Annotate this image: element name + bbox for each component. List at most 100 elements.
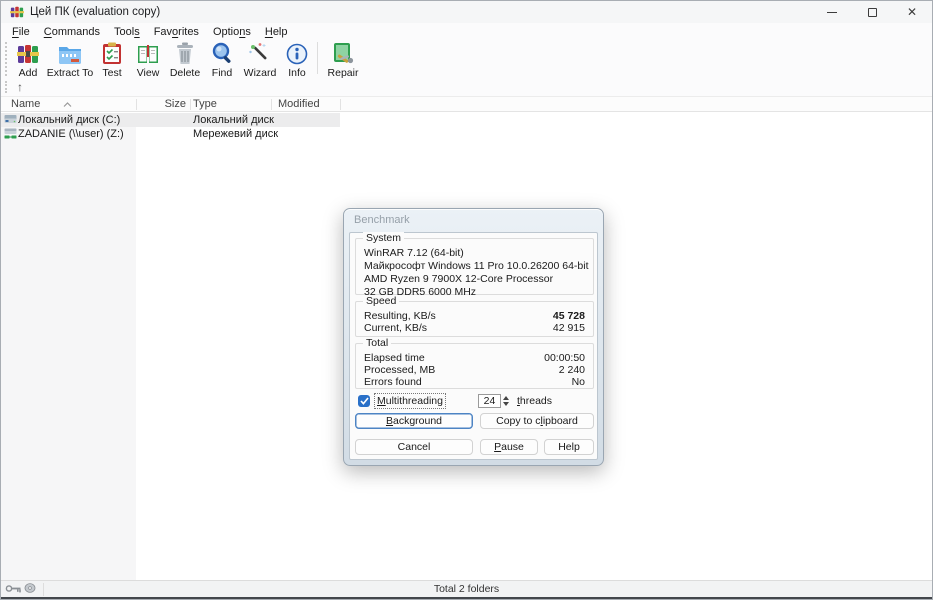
- speed-resulting-label: Resulting, KB/s: [364, 310, 436, 322]
- column-header-type[interactable]: Type: [193, 97, 217, 112]
- file-name: ZADANIE (\\user) (Z:): [18, 127, 124, 141]
- column-header-name[interactable]: Name: [11, 97, 40, 112]
- magic-wand-icon: [248, 41, 272, 66]
- column-header-modified[interactable]: Modified: [278, 97, 320, 112]
- info-circle-icon: [286, 41, 308, 66]
- check-icon: [360, 397, 369, 405]
- stepper-up-icon[interactable]: [503, 396, 509, 400]
- status-total-folders: Total 2 folders: [1, 583, 932, 595]
- stepper-down-icon[interactable]: [503, 402, 509, 406]
- copy-to-clipboard-button[interactable]: Copy to clipboard: [480, 413, 594, 429]
- repair-button[interactable]: Repair: [321, 40, 365, 79]
- window-bottom-edge: [1, 597, 932, 599]
- column-divider[interactable]: [190, 99, 191, 110]
- menu-file[interactable]: File: [5, 25, 37, 39]
- speed-group: Speed Resulting, KB/s 45 728 Current, KB…: [355, 301, 594, 337]
- total-processed-row: Processed, MB 2 240: [356, 364, 593, 376]
- total-errors-value: No: [572, 376, 585, 388]
- system-line-winrar: WinRAR 7.12 (64-bit): [364, 247, 585, 260]
- test-checklist-icon: [102, 41, 122, 66]
- column-header-size[interactable]: Size: [141, 97, 186, 112]
- menu-favorites[interactable]: Favorites: [147, 25, 206, 39]
- menu-commands[interactable]: Commands: [37, 25, 107, 39]
- column-divider[interactable]: [340, 99, 341, 110]
- speed-current-row: Current, KB/s 42 915: [356, 322, 593, 334]
- magnifier-icon: [211, 41, 234, 66]
- repair-book-icon: [331, 41, 355, 66]
- total-errors-label: Errors found: [364, 376, 422, 388]
- sorted-column-tint: [1, 113, 136, 582]
- menu-tools[interactable]: Tools: [107, 25, 147, 39]
- address-bar-gripper[interactable]: [5, 81, 7, 93]
- info-button[interactable]: Info: [280, 40, 314, 79]
- cancel-button[interactable]: Cancel: [355, 439, 473, 455]
- benchmark-dialog-body: System WinRAR 7.12 (64-bit) Майкрософт W…: [349, 232, 598, 460]
- toolbar-separator: [317, 42, 318, 74]
- file-row-local-disk[interactable]: Локальний диск (C:) Локальний диск: [1, 113, 340, 127]
- system-group: System WinRAR 7.12 (64-bit) Майкрософт W…: [355, 238, 594, 295]
- up-directory-button[interactable]: ↑: [11, 80, 29, 94]
- total-elapsed-label: Elapsed time: [364, 352, 425, 364]
- close-icon: ✕: [907, 6, 917, 18]
- extract-to-button[interactable]: Extract To: [46, 40, 94, 79]
- maximize-icon: [868, 8, 877, 17]
- system-line-cpu: AMD Ryzen 9 7900X 12-Core Processor: [364, 273, 585, 286]
- view-book-icon: [136, 41, 160, 66]
- speed-resulting-value: 45 728: [553, 310, 585, 322]
- window-controls: ✕: [812, 1, 932, 23]
- benchmark-dialog: Benchmark System WinRAR 7.12 (64-bit) Ма…: [343, 208, 604, 466]
- extract-folder-icon: [57, 41, 83, 66]
- file-name: Локальний диск (C:): [18, 113, 120, 127]
- total-processed-label: Processed, MB: [364, 364, 435, 376]
- add-button[interactable]: Add: [10, 40, 46, 79]
- sort-ascending-icon: [63, 98, 72, 110]
- delete-button[interactable]: Delete: [166, 40, 204, 79]
- status-bar: Total 2 folders: [1, 580, 932, 597]
- winrar-window: Цей ПК (evaluation copy) ✕ File Commands…: [0, 0, 933, 600]
- maximize-button[interactable]: [852, 1, 892, 23]
- column-divider[interactable]: [271, 99, 272, 110]
- column-divider[interactable]: [136, 99, 137, 110]
- file-type: Локальний диск: [193, 113, 274, 127]
- file-type: Мережевий диск: [193, 127, 278, 141]
- speed-current-label: Current, KB/s: [364, 322, 427, 334]
- winrar-app-icon: [10, 5, 24, 19]
- benchmark-dialog-title[interactable]: Benchmark: [354, 214, 410, 226]
- threads-input[interactable]: 24: [478, 394, 501, 408]
- close-button[interactable]: ✕: [892, 1, 932, 23]
- menu-help[interactable]: Help: [258, 25, 295, 39]
- menu-options[interactable]: Options: [206, 25, 258, 39]
- system-group-label: System: [363, 232, 404, 244]
- multithreading-row: Multithreading 24 threads: [350, 394, 597, 410]
- total-elapsed-value: 00:00:50: [544, 352, 585, 364]
- title-bar[interactable]: Цей ПК (evaluation copy) ✕: [1, 1, 932, 23]
- menu-bar: File Commands Tools Favorites Options He…: [1, 23, 932, 40]
- file-list-header: Name Size Type Modified: [1, 96, 932, 112]
- threads-stepper: [503, 394, 512, 408]
- speed-group-label: Speed: [363, 295, 399, 307]
- view-button[interactable]: View: [130, 40, 166, 79]
- pause-button[interactable]: Pause: [480, 439, 538, 455]
- total-group: Total Elapsed time 00:00:50 Processed, M…: [355, 343, 594, 389]
- window-title: Цей ПК (evaluation copy): [30, 6, 160, 18]
- total-elapsed-row: Elapsed time 00:00:50: [356, 352, 593, 364]
- speed-current-value: 42 915: [553, 322, 585, 334]
- background-button[interactable]: Background: [355, 413, 473, 429]
- wizard-button[interactable]: Wizard: [240, 40, 280, 79]
- multithreading-checkbox[interactable]: [358, 395, 370, 407]
- find-button[interactable]: Find: [204, 40, 240, 79]
- toolbar: Add Extract To Test View Delete: [1, 40, 932, 78]
- toolbar-gripper[interactable]: [5, 42, 7, 76]
- minimize-icon: [827, 12, 837, 13]
- total-errors-row: Errors found No: [356, 376, 593, 388]
- test-button[interactable]: Test: [94, 40, 130, 79]
- trash-icon: [175, 41, 195, 66]
- winrar-books-icon: [16, 41, 40, 66]
- address-bar: ↑: [1, 78, 932, 96]
- minimize-button[interactable]: [812, 1, 852, 23]
- total-processed-value: 2 240: [559, 364, 585, 376]
- multithreading-label[interactable]: Multithreading: [375, 394, 445, 408]
- total-group-label: Total: [363, 337, 391, 349]
- help-button[interactable]: Help: [544, 439, 594, 455]
- file-row-network-drive[interactable]: ZADANIE (\\user) (Z:) Мережевий диск: [1, 127, 340, 141]
